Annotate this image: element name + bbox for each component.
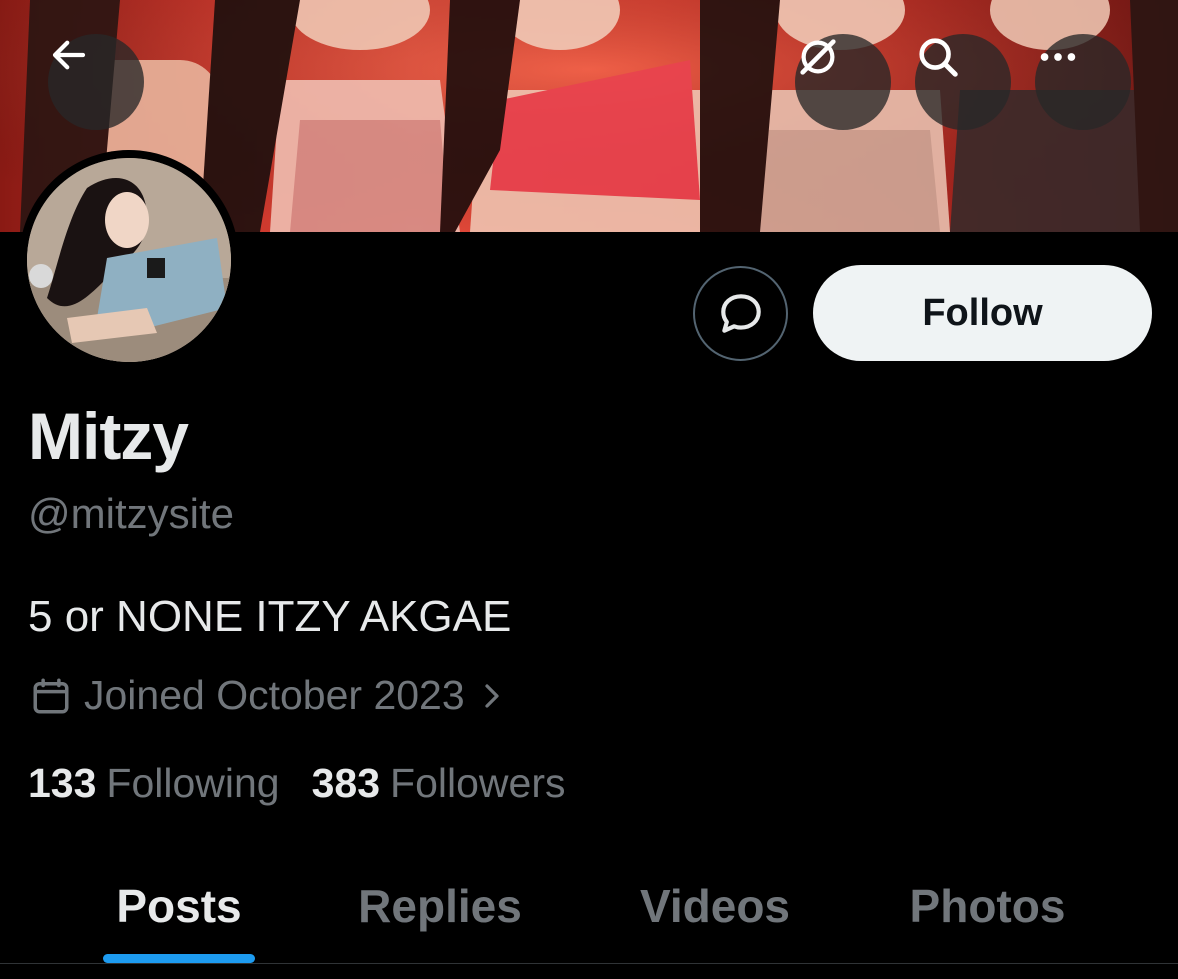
followers-label: Followers — [390, 760, 566, 806]
profile-page: Follow Mitzy @mitzysite 5 or NONE ITZY A… — [0, 0, 1178, 979]
joined-label: Joined October 2023 — [84, 672, 465, 718]
tabs-divider — [0, 963, 1178, 964]
profile-name: Mitzy — [28, 399, 189, 473]
profile-handle: @mitzysite — [28, 490, 234, 537]
avatar[interactable] — [19, 150, 239, 370]
grok-button[interactable] — [795, 34, 891, 130]
profile-bio: 5 or NONE ITZY AKGAE — [28, 592, 512, 641]
following-link[interactable]: 133 Following — [28, 760, 280, 807]
more-button[interactable] — [1035, 34, 1131, 130]
avatar-image — [27, 158, 231, 362]
message-button[interactable] — [693, 266, 788, 361]
joined-date[interactable]: Joined October 2023 — [30, 672, 507, 719]
following-count: 133 — [28, 760, 97, 806]
chevron-right-icon — [485, 683, 499, 708]
arrow-left-icon — [52, 40, 86, 70]
calendar-icon — [33, 678, 69, 713]
grok-slash-icon — [800, 39, 836, 75]
followers-link[interactable]: 383 Followers — [312, 760, 566, 807]
tab-replies[interactable]: Replies — [340, 848, 540, 964]
message-bubble-icon — [720, 293, 761, 333]
follow-button[interactable]: Follow — [813, 265, 1152, 361]
search-button[interactable] — [915, 34, 1011, 130]
active-tab-indicator — [103, 954, 255, 963]
search-icon — [919, 38, 958, 77]
tab-videos[interactable]: Videos — [620, 848, 810, 964]
profile-tabs: Posts Replies Videos Photos — [0, 848, 1178, 964]
follow-stats: 133 Following 383 Followers — [28, 760, 565, 807]
tab-photos[interactable]: Photos — [890, 848, 1085, 964]
back-button[interactable] — [48, 34, 144, 130]
tab-posts[interactable]: Posts — [103, 848, 255, 964]
more-horizontal-icon — [1040, 53, 1076, 61]
following-label: Following — [106, 760, 280, 806]
followers-count: 383 — [311, 760, 381, 806]
